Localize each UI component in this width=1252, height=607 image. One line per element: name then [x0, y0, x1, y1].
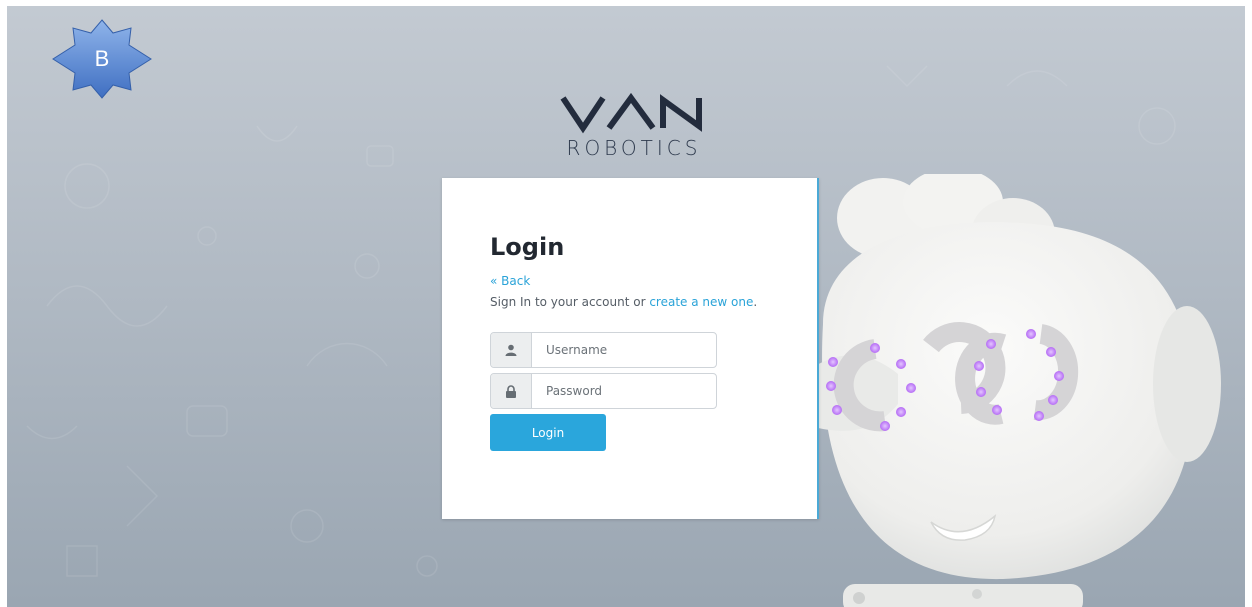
van-robotics-logo: ROBOTICS: [554, 92, 714, 172]
create-account-link[interactable]: create a new one: [649, 295, 753, 309]
password-input[interactable]: [532, 374, 716, 408]
logo-wordmark: ROBOTICS: [566, 136, 702, 160]
signin-prefix: Sign In to your account or: [490, 295, 650, 309]
lock-icon: [491, 374, 532, 408]
login-button[interactable]: Login: [490, 414, 606, 451]
login-card: Login « Back Sign In to your account or …: [442, 178, 819, 519]
back-link[interactable]: « Back: [490, 274, 530, 288]
van-logo-mark: [560, 92, 702, 134]
username-field-group: [490, 332, 717, 368]
username-input[interactable]: [532, 333, 716, 367]
signin-suffix: .: [753, 295, 758, 309]
badge-letter: B: [94, 46, 110, 71]
password-field-group: [490, 373, 717, 409]
signin-prompt: Sign In to your account or create a new …: [490, 295, 757, 309]
user-icon: [491, 333, 532, 367]
login-page-background: B ROBOTICS Login « Back Sign In to your …: [7, 6, 1245, 607]
login-title: Login: [490, 233, 565, 261]
robot-illustration: [803, 174, 1221, 607]
